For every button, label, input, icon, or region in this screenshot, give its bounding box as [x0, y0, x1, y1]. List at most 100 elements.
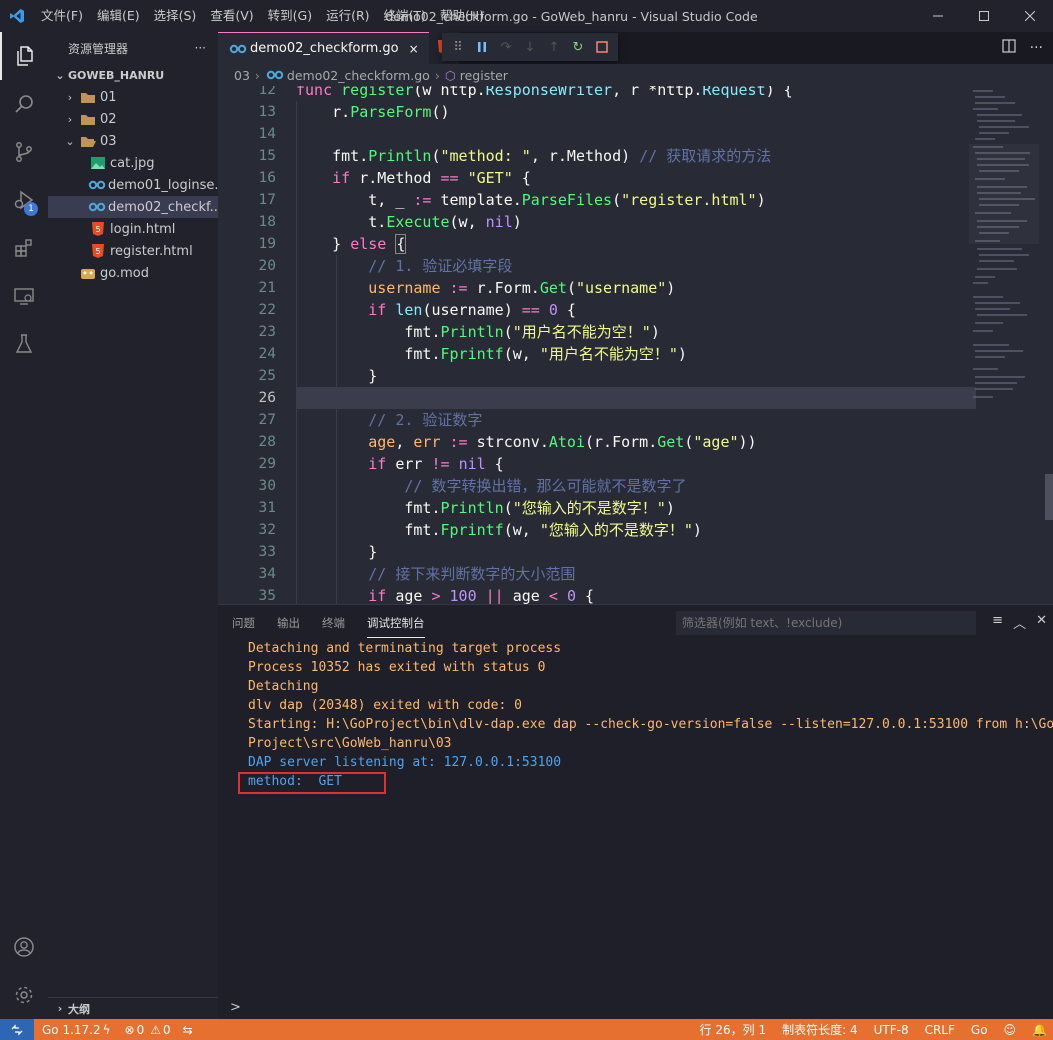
drag-handle-icon[interactable]: ⠿: [446, 35, 470, 59]
code-line: // 1. 验证必填字段: [368, 257, 513, 275]
maximize-panel-icon[interactable]: ︿: [1013, 613, 1026, 632]
menu-terminal[interactable]: 终端(T): [377, 0, 433, 32]
code-line: username := r.Form.Get("username"): [368, 279, 676, 297]
breadcrumb-symbol[interactable]: register: [460, 68, 508, 83]
tab-debug-console[interactable]: 调试控制台: [367, 607, 425, 638]
tree-file-register-html[interactable]: 5 register.html: [48, 240, 218, 262]
chevron-down-icon: ⌄: [55, 68, 65, 82]
error-count[interactable]: 0: [137, 1023, 145, 1037]
stop-icon[interactable]: [590, 35, 614, 59]
debug-launch-icon[interactable]: ⇆: [183, 1023, 193, 1037]
tree-file-demo02[interactable]: demo02_checkf...: [48, 196, 218, 218]
error-icon[interactable]: ⊗: [125, 1023, 135, 1037]
clear-console-icon[interactable]: ≡: [992, 613, 1003, 632]
search-icon[interactable]: [0, 80, 48, 128]
code-line: if age > 100 || age < 0 {: [368, 587, 595, 604]
menu-view[interactable]: 查看(V): [203, 0, 260, 32]
tab-output[interactable]: 输出: [277, 607, 300, 637]
code-line: r.ParseForm(): [296, 103, 450, 121]
source-control-icon[interactable]: [0, 128, 48, 176]
console-line: DAP server listening at: 127.0.0.1:53100: [248, 755, 562, 770]
testing-icon[interactable]: [0, 320, 48, 368]
restart-icon[interactable]: ↻: [566, 35, 590, 59]
console-prompt[interactable]: >: [230, 1000, 241, 1015]
language-mode[interactable]: Go: [971, 1023, 988, 1037]
warning-count[interactable]: 0: [163, 1023, 171, 1037]
tree-folder-01[interactable]: › 01: [48, 86, 218, 108]
chevron-right-icon: ›: [434, 67, 440, 83]
close-panel-icon[interactable]: ✕: [1036, 613, 1047, 632]
line-number: 19: [258, 236, 276, 252]
workspace-name: GOWEB_HANRU: [68, 68, 165, 82]
indent-setting[interactable]: 制表符长度: 4: [782, 1021, 858, 1038]
folder-icon: [78, 113, 98, 126]
breadcrumb: 03 › demo02_checkform.go › ⬡ register: [218, 64, 1053, 86]
code-line: } else {: [296, 234, 407, 254]
debug-toolbar: ⠿ ↷ ↓ ↑ ↻: [442, 33, 618, 61]
close-tab-icon[interactable]: ×: [409, 42, 419, 56]
warning-icon[interactable]: ⚠: [150, 1023, 161, 1037]
console-line: Detaching and terminating target process: [248, 641, 562, 656]
tree-file-cat-jpg[interactable]: cat.jpg: [48, 152, 218, 174]
folder-icon: [78, 91, 98, 104]
more-actions-button[interactable]: ···: [195, 41, 206, 55]
explorer-icon[interactable]: [0, 32, 48, 80]
tree-file-login-html[interactable]: 5 login.html: [48, 218, 218, 240]
tree-file-go-mod[interactable]: go.mod: [48, 262, 218, 284]
menu-help[interactable]: 帮助(H): [433, 0, 491, 32]
close-window-button[interactable]: [1007, 0, 1053, 32]
workspace-section[interactable]: ⌄ GOWEB_HANRU: [48, 64, 218, 86]
editor-scrollbar[interactable]: [1045, 474, 1053, 520]
line-number: 29: [258, 456, 276, 472]
step-out-icon[interactable]: ↑: [542, 35, 566, 59]
code-line: if len(username) == 0 {: [368, 301, 576, 319]
go-version[interactable]: Go 1.17.2: [42, 1023, 101, 1037]
line-number: 31: [258, 500, 276, 516]
menu-run[interactable]: 运行(R): [319, 0, 376, 32]
extensions-icon[interactable]: [0, 224, 48, 272]
code-editor[interactable]: 12 13 14 15 16 17 18 19 20 21 22 23 24 2…: [218, 86, 1053, 604]
svg-text:5: 5: [95, 225, 100, 234]
step-into-icon[interactable]: ↓: [518, 35, 542, 59]
code-line: fmt.Println("您输入的不是数字！"): [296, 499, 675, 517]
tree-file-demo01[interactable]: demo01_loginse...: [48, 174, 218, 196]
line-ending[interactable]: CRLF: [925, 1023, 955, 1037]
code-line: }: [296, 543, 378, 561]
chevron-right-icon: ›: [67, 90, 73, 104]
remote-explorer-icon[interactable]: [0, 272, 48, 320]
tab-problems[interactable]: 问题: [232, 607, 255, 637]
feedback-icon[interactable]: ☺: [1004, 1023, 1017, 1037]
console-filter-input[interactable]: [676, 611, 976, 635]
breadcrumb-file[interactable]: demo02_checkform.go: [287, 68, 430, 83]
cursor-position[interactable]: 行 26，列 1: [700, 1021, 767, 1038]
tree-item-label: 03: [100, 133, 117, 149]
code-line: // 接下来判断数字的大小范围: [368, 565, 576, 583]
split-editor-icon[interactable]: [1002, 39, 1016, 57]
code-line: fmt.Fprintf(w, "用户名不能为空！"): [296, 345, 687, 363]
step-over-icon[interactable]: ↷: [494, 35, 518, 59]
activity-bar: 1: [0, 32, 48, 1019]
accounts-icon[interactable]: [0, 923, 48, 971]
more-actions-icon[interactable]: ···: [1030, 40, 1043, 56]
maximize-button[interactable]: [961, 0, 1007, 32]
pause-icon[interactable]: [470, 35, 494, 59]
menu-selection[interactable]: 选择(S): [147, 0, 204, 32]
minimize-button[interactable]: [915, 0, 961, 32]
run-debug-icon[interactable]: 1: [0, 176, 48, 224]
notifications-bell-icon[interactable]: 🔔: [1032, 1023, 1047, 1037]
menu-edit[interactable]: 编辑(E): [90, 0, 147, 32]
breadcrumb-folder[interactable]: 03: [234, 68, 250, 83]
menu-file[interactable]: 文件(F): [34, 0, 90, 32]
menu-go[interactable]: 转到(G): [261, 0, 319, 32]
settings-gear-icon[interactable]: [0, 971, 48, 1019]
tab-terminal[interactable]: 终端: [322, 607, 345, 637]
outline-section[interactable]: › 大纲: [48, 997, 218, 1019]
file-encoding[interactable]: UTF-8: [874, 1023, 909, 1037]
tree-folder-03[interactable]: ⌄ 03: [48, 130, 218, 152]
line-number: 33: [258, 544, 276, 560]
remote-indicator-icon[interactable]: [0, 1019, 34, 1040]
tree-folder-02[interactable]: › 02: [48, 108, 218, 130]
minimap[interactable]: [969, 86, 1039, 426]
explorer-sidebar: 资源管理器 ··· ⌄ GOWEB_HANRU › 01 › 02 ⌄ 03 c…: [48, 32, 218, 1019]
tab-demo02-checkform[interactable]: demo02_checkform.go ×: [218, 32, 429, 64]
